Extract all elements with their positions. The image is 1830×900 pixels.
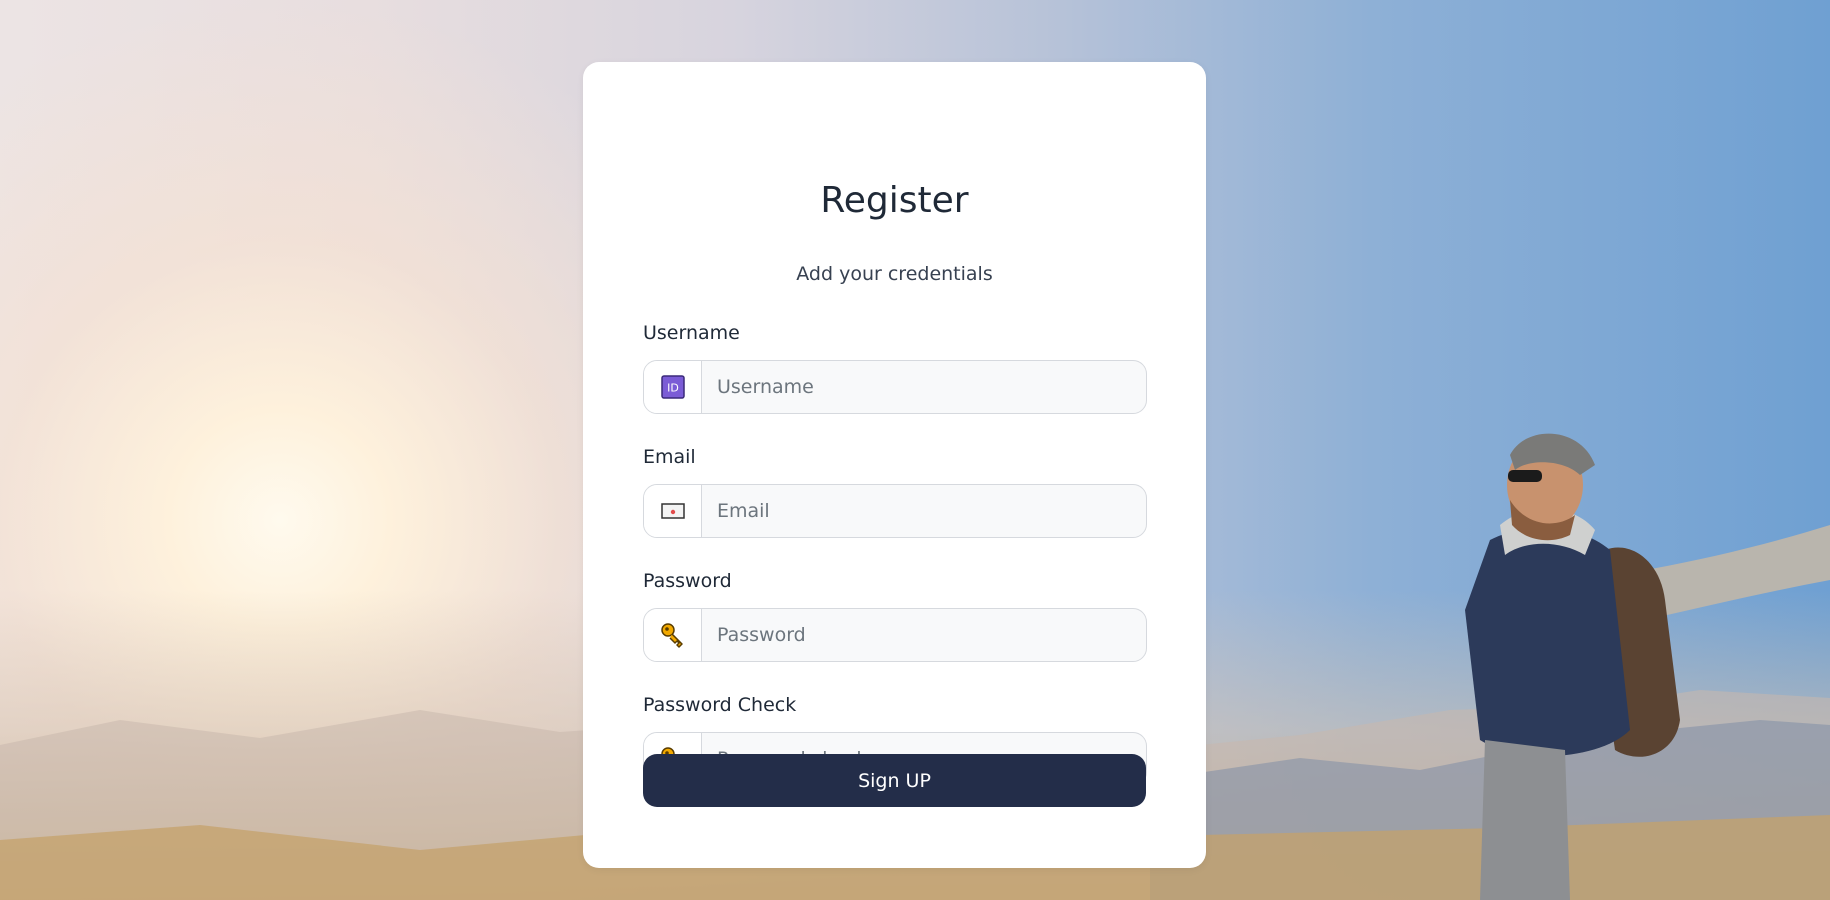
sign-up-button[interactable]: Sign UP: [643, 754, 1146, 807]
password-check-label: Password Check: [643, 694, 797, 716]
email-label: Email: [643, 446, 696, 468]
username-input[interactable]: [702, 361, 1146, 413]
id-badge-icon: ID: [644, 361, 702, 413]
page-subtitle: Add your credentials: [796, 263, 993, 285]
password-field: [643, 608, 1147, 662]
username-field: ID: [643, 360, 1147, 414]
page-title: Register: [820, 180, 969, 221]
password-label: Password: [643, 570, 732, 592]
password-input[interactable]: [702, 609, 1146, 661]
hiker-illustration: [1465, 433, 1830, 900]
email-input[interactable]: [702, 485, 1146, 537]
register-card: Register Add your credentials Username I…: [583, 62, 1206, 868]
username-label: Username: [643, 322, 740, 344]
key-icon: [644, 609, 702, 661]
email-field: [643, 484, 1147, 538]
svg-text:ID: ID: [667, 382, 679, 395]
envelope-icon: [644, 485, 702, 537]
